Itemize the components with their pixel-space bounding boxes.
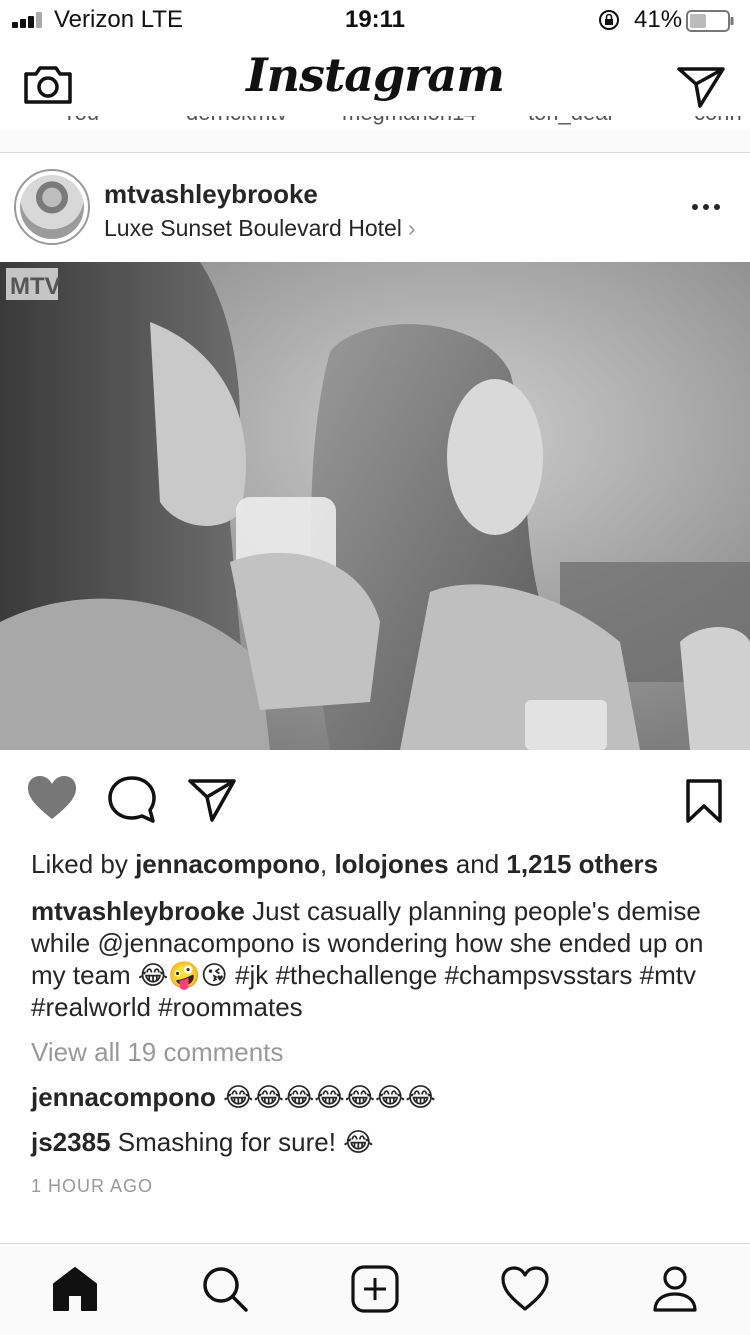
likes-and: and [448,849,507,879]
bookmark-icon[interactable] [684,778,724,824]
post-location[interactable]: Luxe Sunset Boulevard Hotel › [104,215,416,242]
like-heart-icon[interactable] [26,774,78,822]
share-icon[interactable] [186,776,238,824]
rotation-lock-icon [599,10,619,30]
story-name[interactable]: tori_deal [528,116,612,126]
comment-username[interactable]: js2385 [31,1127,111,1157]
story-name[interactable]: corin [694,116,742,126]
profile-icon[interactable] [650,1264,700,1314]
likes-line: Liked by jennacompono, lolojones and 1,2… [31,849,658,880]
add-icon[interactable] [350,1264,400,1314]
post-caption: mtvashleybrooke Just casually planning p… [31,895,731,1023]
comment-username[interactable]: jennacompono [31,1082,216,1112]
battery-percent: 41% [634,6,683,33]
mtv-watermark: MTV [6,268,61,300]
comment-icon[interactable] [106,774,158,824]
view-all-comments-link[interactable]: View all 19 comments [31,1037,283,1068]
battery-icon [686,10,734,32]
caption-username[interactable]: mtvashleybrooke [31,896,245,926]
likes-prefix: Liked by [31,849,136,879]
post-timestamp: 1 HOUR AGO [31,1176,154,1196]
post-header: mtvashleybrooke Luxe Sunset Boulevard Ho… [0,153,750,261]
post-photo[interactable]: MTV [0,262,750,750]
more-options-icon[interactable] [690,201,722,213]
likes-count-link[interactable]: 1,215 others [506,849,658,879]
comment-text: 😂😂😂😂😂😂😂 [215,1082,436,1112]
story-name[interactable]: megmahon14 [342,116,477,126]
post-actions [0,750,750,850]
story-name[interactable]: derrickmtv [186,116,287,126]
chevron-right-icon: › [407,215,416,241]
location-label: Luxe Sunset Boulevard Hotel [104,215,402,241]
home-icon[interactable] [50,1264,100,1314]
status-bar: Verizon LTE 19:11 41% [0,0,750,40]
story-name[interactable]: You [62,116,99,126]
direct-message-icon[interactable] [676,64,726,110]
comment-row: jennacompono 😂😂😂😂😂😂😂 [31,1082,436,1113]
post-image: MTV [0,262,750,750]
liker-link[interactable]: lolojones [334,849,448,879]
avatar[interactable] [14,169,90,245]
watermark-text: MTV [10,273,61,300]
tab-bar [0,1243,750,1335]
comment-row: js2385 Smashing for sure! 😂 [31,1127,374,1158]
post-username[interactable]: mtvashleybrooke [104,179,318,210]
stories-strip[interactable]: You derrickmtv megmahon14 tori_deal cori… [0,116,750,130]
feed-divider [0,130,750,153]
likes-separator: , [319,849,335,879]
search-icon[interactable] [200,1264,250,1314]
comment-text: Smashing for sure! 😂 [110,1127,374,1157]
liker-link[interactable]: jennacompono [135,849,320,879]
activity-heart-icon[interactable] [500,1264,550,1314]
instagram-logo: Instagram [246,48,505,102]
